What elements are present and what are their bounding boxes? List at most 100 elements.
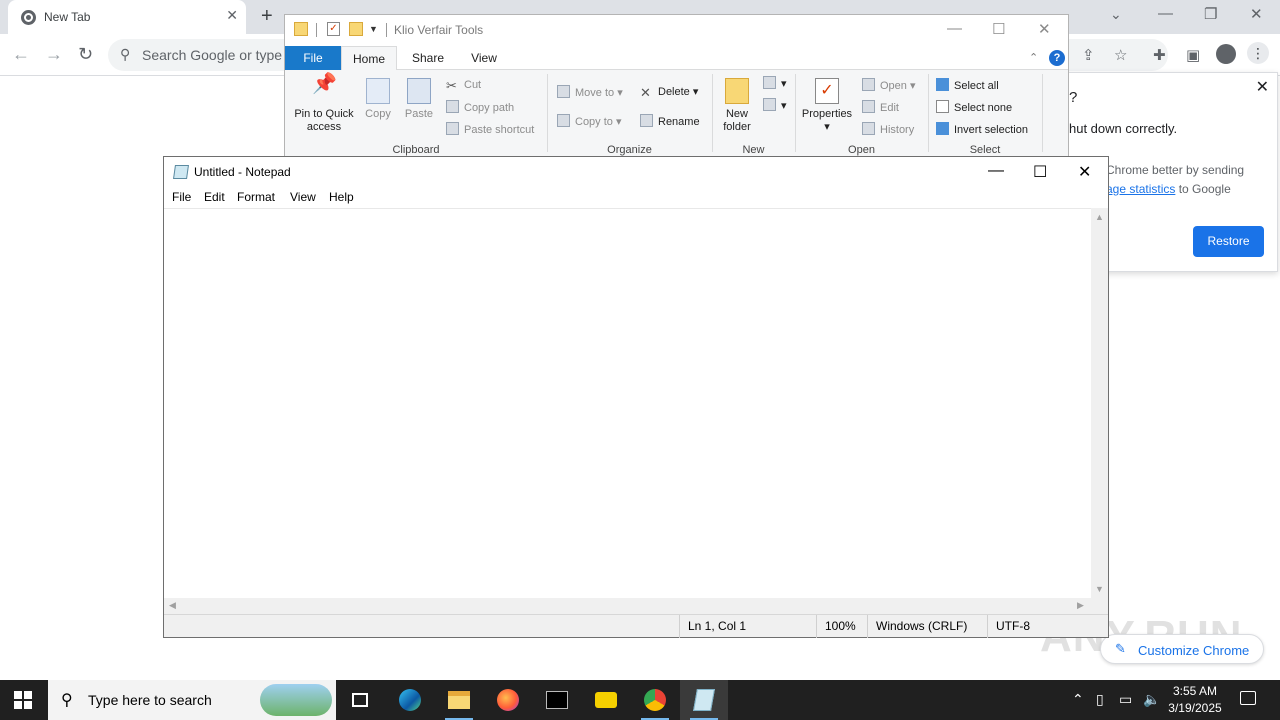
taskbar-chrome[interactable] <box>631 680 679 720</box>
tab-close-icon[interactable]: ✕ <box>226 7 238 24</box>
history-button[interactable]: History <box>862 122 914 136</box>
open-button[interactable]: Open ▾ <box>862 78 916 92</box>
side-panel-icon[interactable]: ▣ <box>1186 46 1200 64</box>
taskbar-pdf-app[interactable] <box>582 680 630 720</box>
qat-dropdown-icon[interactable]: ▼ <box>369 24 378 34</box>
chrome-minimize-button[interactable]: — <box>1158 5 1173 22</box>
taskbar-file-explorer[interactable] <box>435 680 483 720</box>
ribbon-tab-file[interactable]: File <box>285 46 341 70</box>
network-icon[interactable]: ▭ <box>1119 691 1132 708</box>
bookmark-star-icon[interactable]: ☆ <box>1114 46 1127 64</box>
cut-button[interactable]: ✂ Cut <box>446 78 481 93</box>
share-icon[interactable]: ⇪ <box>1082 46 1095 64</box>
scroll-right-arrow-icon[interactable]: ▶ <box>1077 600 1084 611</box>
move-to-button[interactable]: Move to ▾ <box>557 85 623 99</box>
move-to-icon <box>557 85 570 98</box>
back-arrow-icon[interactable]: ← <box>12 44 30 65</box>
history-label: History <box>880 124 915 136</box>
scroll-down-arrow-icon[interactable]: ▼ <box>1095 584 1104 594</box>
menu-file[interactable]: File <box>172 190 191 204</box>
taskbar-edge[interactable] <box>386 680 434 720</box>
tab-new-tab[interactable]: New Tab ✕ <box>8 0 246 34</box>
extensions-puzzle-icon[interactable]: ✚ <box>1153 46 1166 64</box>
paste-button[interactable]: Paste <box>402 78 436 121</box>
new-tab-button[interactable]: + <box>261 5 273 28</box>
ribbon-tab-view[interactable]: View <box>459 46 509 70</box>
scroll-left-arrow-icon[interactable]: ◀ <box>169 600 176 611</box>
properties-qat-icon[interactable]: ✓ <box>327 22 340 36</box>
windows-start-icon[interactable] <box>14 691 32 709</box>
forward-arrow-icon[interactable]: → <box>45 44 63 65</box>
help-icon[interactable]: ? <box>1049 50 1065 66</box>
menu-edit[interactable]: Edit <box>204 190 225 204</box>
invert-selection-button[interactable]: Invert selection <box>936 122 1028 136</box>
reload-icon[interactable]: ↻ <box>78 44 93 65</box>
new-folder-button[interactable]: New folder <box>717 78 757 134</box>
notepad-minimize-button[interactable]: — <box>988 162 1004 180</box>
tab-search-chevron-icon[interactable]: ⌄ <box>1110 6 1122 23</box>
bubble-help-line2: to Google <box>1175 182 1231 196</box>
properties-button[interactable]: ✓ Properties ▾ <box>799 78 855 134</box>
copy-to-button[interactable]: Copy to ▾ <box>557 114 622 128</box>
restore-button[interactable]: Restore <box>1193 226 1264 257</box>
pin-to-quick-access-button[interactable]: 📌 Pin to Quick access <box>291 74 357 134</box>
paste-shortcut-label: Paste shortcut <box>464 124 535 136</box>
new-folder-qat-icon[interactable] <box>349 22 363 36</box>
explorer-minimize-button[interactable]: — <box>947 20 962 37</box>
taskbar-notepad[interactable] <box>680 680 728 720</box>
chrome-restore-button[interactable]: ❐ <box>1204 5 1217 23</box>
copy-button[interactable]: Copy <box>361 78 395 121</box>
customize-chrome-button[interactable]: ✎ Customize Chrome <box>1100 634 1264 664</box>
taskbar-terminal[interactable] <box>533 680 581 720</box>
profile-avatar-icon[interactable] <box>1216 44 1236 64</box>
new-group-label: New <box>742 144 765 156</box>
customize-chrome-label: Customize Chrome <box>1138 643 1250 658</box>
horizontal-scrollbar[interactable]: ◀ ▶ <box>164 598 1091 614</box>
copy-to-icon <box>557 114 570 127</box>
ribbon-home-body: 📌 Pin to Quick access Copy Paste ✂ Cut Co… <box>285 70 1068 156</box>
notepad-text-area[interactable] <box>164 208 1091 598</box>
select-all-icon <box>936 78 949 91</box>
copy-path-button[interactable]: Copy path <box>446 100 514 114</box>
search-icon: ⚲ <box>61 692 73 709</box>
bubble-close-icon[interactable]: ✕ <box>1256 77 1269 97</box>
search-highlight-image <box>260 684 332 716</box>
edit-label: Edit <box>880 102 899 114</box>
new-item-button[interactable]: ▾ <box>763 76 787 90</box>
rename-button[interactable]: Rename <box>640 114 700 128</box>
usage-statistics-link[interactable]: age statistics <box>1106 182 1175 196</box>
delete-button[interactable]: ✕ Delete ▾ <box>640 85 698 100</box>
menu-view[interactable]: View <box>290 190 316 204</box>
menu-format[interactable]: Format <box>237 190 275 204</box>
show-hidden-icons-chevron-icon[interactable]: ⌃ <box>1072 691 1084 708</box>
taskbar-search-box[interactable]: ⚲ Type here to search <box>48 680 336 720</box>
chrome-menu-kebab-icon[interactable]: ⋮ <box>1247 42 1269 64</box>
task-view-button[interactable] <box>336 680 384 720</box>
vertical-scrollbar[interactable]: ▲ ▼ <box>1091 208 1108 598</box>
edit-button[interactable]: Edit <box>862 100 899 114</box>
chrome-close-button[interactable]: ✕ <box>1250 5 1263 23</box>
device-icon[interactable]: ▯ <box>1096 691 1104 708</box>
paste-shortcut-button[interactable]: Paste shortcut <box>446 122 534 136</box>
collapse-ribbon-icon[interactable]: ⌃ <box>1029 51 1038 64</box>
ribbon-separator <box>547 74 548 152</box>
volume-icon[interactable]: 🔈 <box>1143 691 1160 708</box>
ribbon-tab-home[interactable]: Home <box>341 46 397 71</box>
menu-help[interactable]: Help <box>329 190 354 204</box>
easy-access-button[interactable]: ▾ <box>763 98 787 112</box>
copy-path-icon <box>446 100 459 113</box>
explorer-close-button[interactable]: ✕ <box>1038 20 1051 38</box>
notifications-icon[interactable] <box>1240 691 1256 705</box>
select-none-button[interactable]: Select none <box>936 100 1012 114</box>
scroll-up-arrow-icon[interactable]: ▲ <box>1095 212 1104 222</box>
clipboard-group-label: Clipboard <box>392 144 440 156</box>
edge-icon <box>399 689 421 711</box>
ribbon-tab-share[interactable]: Share <box>403 46 453 70</box>
paste-label: Paste <box>404 108 434 120</box>
notepad-maximize-button[interactable]: ☐ <box>1033 162 1047 182</box>
select-all-button[interactable]: Select all <box>936 78 999 92</box>
taskbar-firefox[interactable] <box>484 680 532 720</box>
notepad-close-button[interactable]: ✕ <box>1078 162 1091 182</box>
taskbar-clock[interactable]: 3:55 AM 3/19/2025 <box>1160 683 1230 717</box>
explorer-maximize-button[interactable]: ☐ <box>992 20 1005 38</box>
